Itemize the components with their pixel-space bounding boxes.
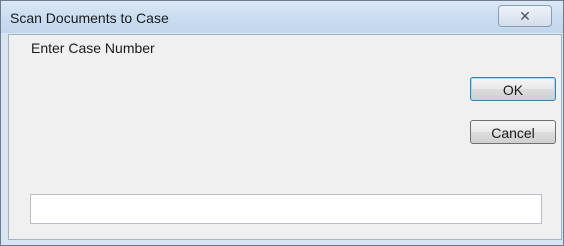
window-title: Scan Documents to Case [10, 10, 169, 26]
cancel-button[interactable]: Cancel [470, 120, 556, 144]
title-bar[interactable]: Scan Documents to Case ✕ [1, 1, 563, 33]
case-number-label: Enter Case Number [31, 40, 155, 56]
case-number-input[interactable] [30, 194, 542, 224]
close-button[interactable]: ✕ [498, 5, 552, 27]
ok-button[interactable]: OK [470, 77, 556, 101]
close-icon: ✕ [519, 8, 531, 24]
